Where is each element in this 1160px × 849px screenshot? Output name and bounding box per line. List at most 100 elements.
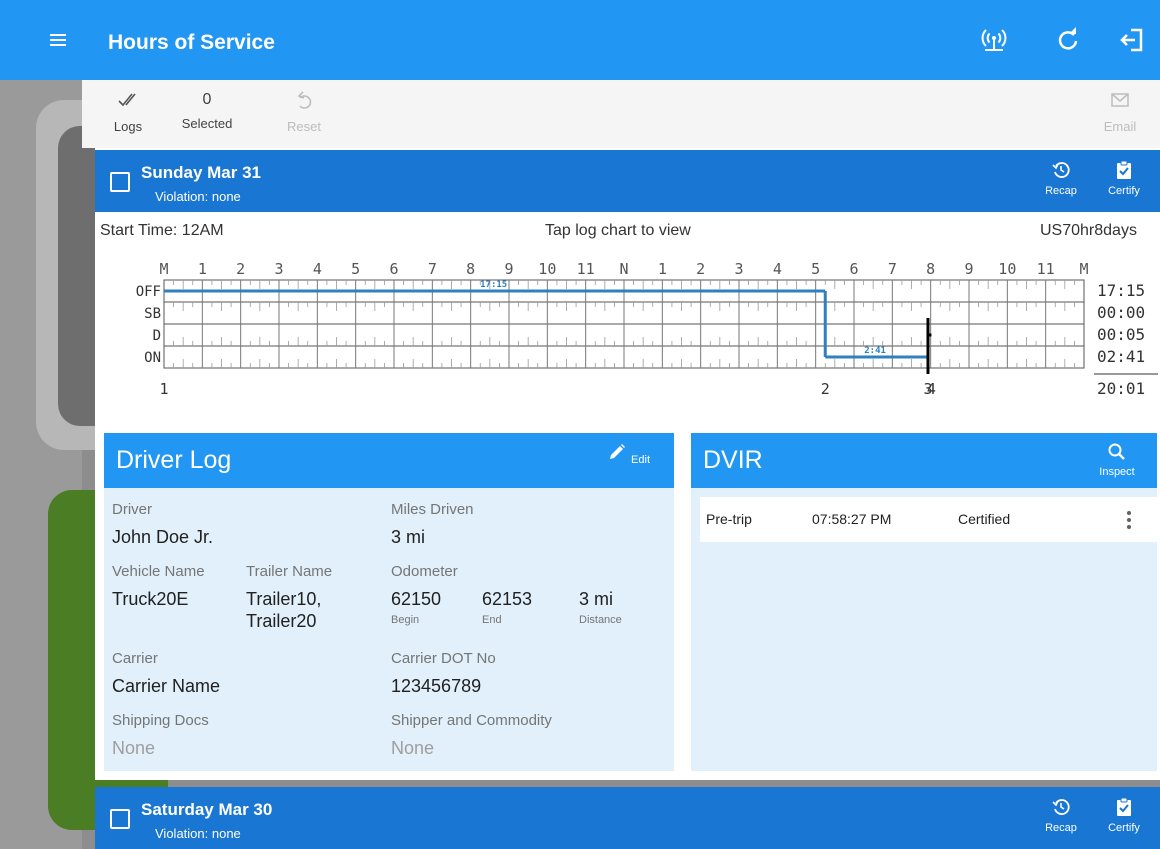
carrier-label: Carrier [112, 650, 158, 667]
chart-hour-label: 7 [888, 260, 897, 278]
chart-hour-label: 10 [538, 260, 556, 278]
dvir-row[interactable]: Pre-trip 07:58:27 PM Certified [700, 497, 1157, 542]
chart-total-label: 17:15 [1097, 281, 1145, 300]
certify-label: Certify [1108, 822, 1140, 834]
recap-label: Recap [1045, 822, 1077, 834]
chart-hour-label: 8 [926, 260, 935, 278]
day-checkbox[interactable] [110, 809, 130, 829]
chart-hour-label: 8 [466, 260, 475, 278]
logs-button[interactable]: Logs [100, 88, 156, 134]
chart-hour-label: 6 [849, 260, 858, 278]
chart-hour-label: 11 [577, 260, 595, 278]
odometer-begin: 62150 [391, 589, 442, 609]
chart-hour-label: 2 [696, 260, 705, 278]
vehicle-value: Truck20E [112, 589, 189, 609]
driver-label: Driver [112, 501, 152, 518]
edit-button[interactable]: Edit [598, 441, 658, 466]
chart-status-label: ON [144, 350, 161, 366]
odometer-distance-label: Distance [579, 614, 622, 626]
chart-hour-label: 4 [773, 260, 782, 278]
shipper-label: Shipper and Commodity [391, 712, 552, 729]
day-checkbox[interactable] [110, 172, 130, 192]
certify-label: Certify [1108, 185, 1140, 197]
mail-icon [1111, 93, 1129, 107]
driver-log-title: Driver Log [116, 446, 232, 474]
reset-button[interactable]: Reset [278, 88, 330, 134]
chart-hour-label: 4 [313, 260, 322, 278]
logout-icon[interactable] [1114, 22, 1150, 58]
clipboard-check-icon [1117, 160, 1131, 179]
dot-value: 123456789 [391, 676, 482, 696]
chart-status-label: OFF [136, 284, 161, 300]
chart-total-label: 00:05 [1097, 325, 1145, 344]
day-header-mar31[interactable]: Sunday Mar 31 Violation: none Recap Cert… [95, 150, 1160, 212]
violation-status: Violation: none [155, 189, 241, 204]
chart-total-label: 02:41 [1097, 347, 1145, 366]
ruleset: US70hr8days [1040, 222, 1137, 239]
chart-grand-total: 20:01 [1097, 379, 1145, 398]
chart-status-label: SB [144, 306, 161, 322]
chart-hour-label: 9 [504, 260, 513, 278]
chart-total-label: 00:00 [1097, 303, 1145, 322]
refresh-icon[interactable] [1050, 22, 1086, 58]
dvir-time: 07:58:27 PM [812, 511, 892, 527]
more-vert-icon[interactable] [1125, 509, 1133, 531]
chart-hour-label: 5 [351, 260, 360, 278]
odometer-end-label: End [482, 614, 502, 626]
search-icon [1108, 443, 1125, 460]
miles-label: Miles Driven [391, 501, 474, 518]
chart-hour-label: M [1079, 260, 1088, 278]
chart-hour-label: 9 [964, 260, 973, 278]
trailer-value-2: Trailer20 [246, 611, 317, 631]
driver-value: John Doe Jr. [112, 527, 214, 547]
driver-log-header: Driver Log Edit [104, 433, 674, 488]
vehicle-label: Vehicle Name [112, 563, 205, 580]
logs-label: Logs [113, 119, 143, 134]
chart-hour-label: 2 [236, 260, 245, 278]
chart-marker-label: 4 [927, 380, 936, 398]
email-button[interactable]: Email [1092, 88, 1148, 134]
certify-button[interactable]: Certify [1094, 160, 1154, 197]
history-icon [1052, 799, 1070, 815]
certify-button[interactable]: Certify [1094, 797, 1154, 834]
dvir-title: DVIR [703, 446, 763, 474]
chart-hour-label: 5 [811, 260, 820, 278]
chart-hour-label: M [159, 260, 168, 278]
chart-hour-label: 6 [389, 260, 398, 278]
tap-chart-hint: Tap log chart to view [545, 222, 691, 239]
menu-icon[interactable] [40, 22, 76, 58]
chart-hour-label: 1 [198, 260, 207, 278]
day-header-mar30[interactable]: Saturday Mar 30 Violation: none Recap Ce… [95, 787, 1160, 849]
chart-hour-label: 10 [998, 260, 1016, 278]
history-icon [1052, 162, 1070, 178]
violation-status: Violation: none [155, 826, 241, 841]
chart-segment-label: 17:15 [480, 280, 507, 290]
wireless-connection-icon[interactable] [976, 22, 1012, 58]
dot-label: Carrier DOT No [391, 650, 496, 667]
dvir-status: Certified [958, 511, 1011, 527]
dvir-header: DVIR Inspect [691, 433, 1157, 488]
recap-label: Recap [1045, 185, 1077, 197]
log-chart[interactable]: M 1 2 3 4 5 6 7 8 9 10 11 N 1 2 3 4 5 6 7 8 9 10 11 M OFF SB D ON 17:… [0, 250, 1160, 425]
inspect-button[interactable]: Inspect [1087, 441, 1147, 478]
driver-log-panel: Driver Log Edit Driver John Doe Jr. Mile… [104, 433, 674, 771]
start-time: Start Time: 12AM [100, 222, 224, 239]
selected-label: Selected [181, 116, 233, 131]
recap-button[interactable]: Recap [1031, 160, 1091, 197]
odometer-distance: 3 mi [579, 589, 614, 609]
pencil-icon [609, 444, 625, 459]
odometer-label: Odometer [391, 563, 458, 580]
trailer-value-1: Trailer10, [246, 589, 322, 609]
double-check-icon [118, 93, 136, 107]
undo-icon [297, 91, 312, 109]
chart-hour-label: 7 [428, 260, 437, 278]
dvir-panel: DVIR Inspect Pre-trip 07:58:27 PM Certif… [691, 433, 1157, 771]
chart-hour-label: N [619, 260, 628, 278]
chart-hour-label: 3 [274, 260, 283, 278]
day-date: Sunday Mar 31 [141, 163, 261, 182]
selected-count: 0 [202, 91, 212, 108]
recap-button[interactable]: Recap [1031, 797, 1091, 834]
email-label: Email [1103, 119, 1137, 134]
shipping-docs-label: Shipping Docs [112, 712, 209, 729]
chart-hour-label: 3 [734, 260, 743, 278]
